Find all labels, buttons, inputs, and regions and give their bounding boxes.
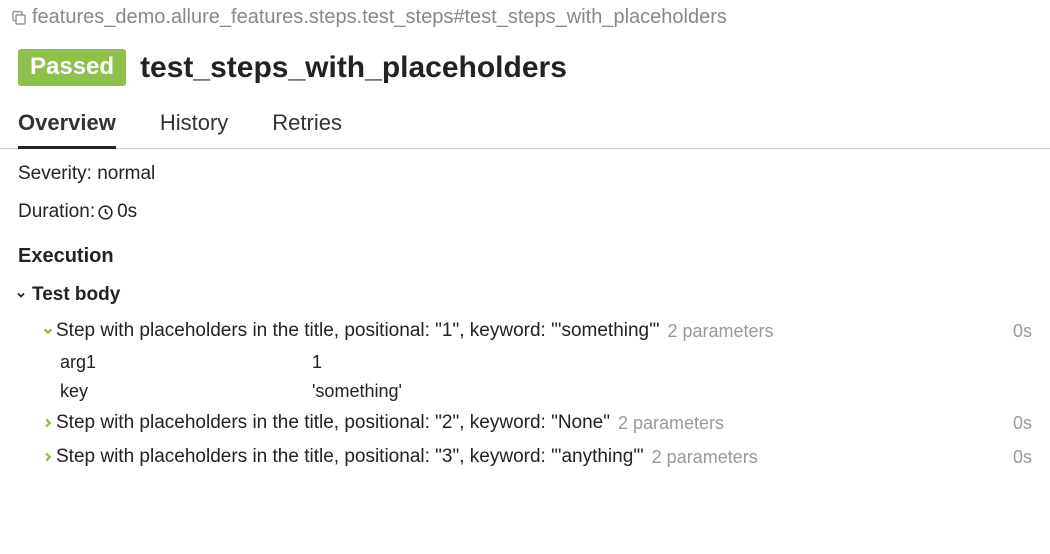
tab-history[interactable]: History [160,104,228,148]
copy-icon [10,9,28,27]
duration-row: Duration: 0s [18,201,1032,223]
step-duration: 0s [1013,413,1032,434]
step-duration: 0s [1013,321,1032,342]
step-row[interactable]: Step with placeholders in the title, pos… [0,440,1050,474]
test-body-toggle[interactable]: Test body [0,278,1050,314]
param-key: key [60,381,312,402]
param-count: 2 parameters [618,413,724,434]
step-title: Step with placeholders in the title, pos… [56,320,660,342]
step-title: Step with placeholders in the title, pos… [56,412,610,434]
status-badge: Passed [18,49,126,86]
chevron-right-icon [40,450,56,464]
tab-retries[interactable]: Retries [272,104,342,148]
param-row: arg1 1 [0,348,1050,377]
param-value: 'something' [312,381,1032,402]
param-key: arg1 [60,352,312,373]
breadcrumb-text: features_demo.allure_features.steps.test… [32,6,727,29]
chevron-down-icon [14,289,28,301]
severity-label: Severity: [18,163,92,185]
step-title: Step with placeholders in the title, pos… [56,446,644,468]
chevron-down-icon [40,324,56,338]
meta-section: Severity: normal Duration: 0s [0,149,1050,223]
tabs: Overview History Retries [0,104,1050,149]
param-row: key 'something' [0,377,1050,406]
param-value: 1 [312,352,1032,373]
step-row[interactable]: Step with placeholders in the title, pos… [0,314,1050,348]
duration-label: Duration: [18,201,95,223]
test-body-label: Test body [32,284,120,306]
duration-value: 0s [117,201,137,223]
execution-header: Execution [0,239,1050,278]
tab-overview[interactable]: Overview [18,104,116,149]
severity-row: Severity: normal [18,163,1032,185]
clock-icon [97,204,114,221]
title-row: Passed test_steps_with_placeholders [0,33,1050,104]
param-count: 2 parameters [668,321,774,342]
breadcrumb: features_demo.allure_features.steps.test… [0,0,1050,33]
step-duration: 0s [1013,447,1032,468]
step-row[interactable]: Step with placeholders in the title, pos… [0,406,1050,440]
page-title: test_steps_with_placeholders [140,51,567,85]
param-count: 2 parameters [652,447,758,468]
severity-value: normal [97,163,155,185]
chevron-right-icon [40,416,56,430]
